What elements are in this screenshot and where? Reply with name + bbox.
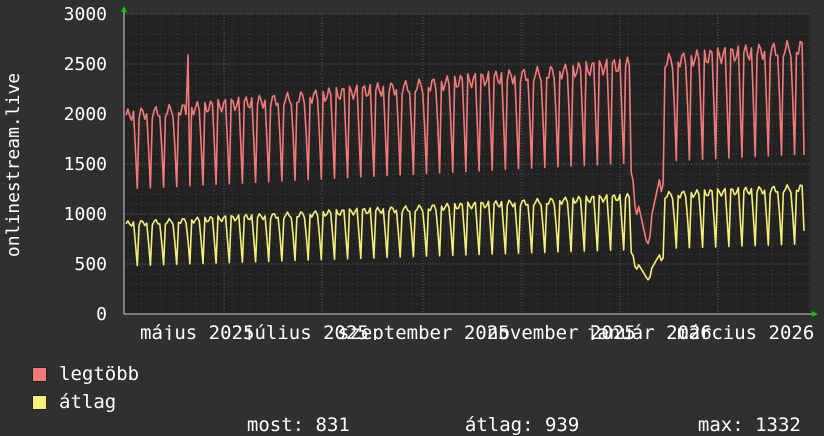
y-tick-label: 2500 xyxy=(64,54,107,75)
y-tick-label: 0 xyxy=(96,304,107,325)
legend-label-avg: átlag xyxy=(59,391,117,413)
y-tick-label: 1000 xyxy=(64,204,107,225)
legend-label-max: legtöbb xyxy=(59,363,140,385)
y-tick-label: 1500 xyxy=(64,154,107,175)
stat-max-label: max: xyxy=(697,414,744,436)
stat-average: átlag: 939 xyxy=(442,392,579,436)
stat-average-label: átlag: xyxy=(464,414,534,436)
x-tick-label: május 2025 xyxy=(140,322,254,340)
x-axis-arrow-icon xyxy=(812,311,818,317)
stat-current-value: 831 xyxy=(315,414,350,436)
y-axis-label: onlinestream.live xyxy=(3,73,24,257)
stat-current-label: most: xyxy=(246,414,305,436)
legend-swatch-avg xyxy=(32,394,47,410)
x-tick-label: március 2026 xyxy=(677,322,814,340)
stat-max-value: 1332 xyxy=(755,414,801,436)
legend-swatch-max xyxy=(32,366,47,382)
y-tick-label: 2000 xyxy=(64,104,107,125)
stat-max: max: 1332 xyxy=(675,392,801,436)
legend-item-max: legtöbb xyxy=(32,363,140,385)
y-axis-arrow-icon xyxy=(121,6,127,12)
stat-current: most: 831 xyxy=(224,392,350,436)
y-tick-label: 500 xyxy=(74,254,107,275)
y-tick-label: 3000 xyxy=(64,4,107,25)
x-tick-label: szeptember 2025 xyxy=(338,322,510,340)
legend-item-avg: átlag xyxy=(32,391,117,413)
stat-average-value: 939 xyxy=(544,414,580,436)
line-chart: 050010001500200025003000 május 2025júliu… xyxy=(3,4,818,340)
